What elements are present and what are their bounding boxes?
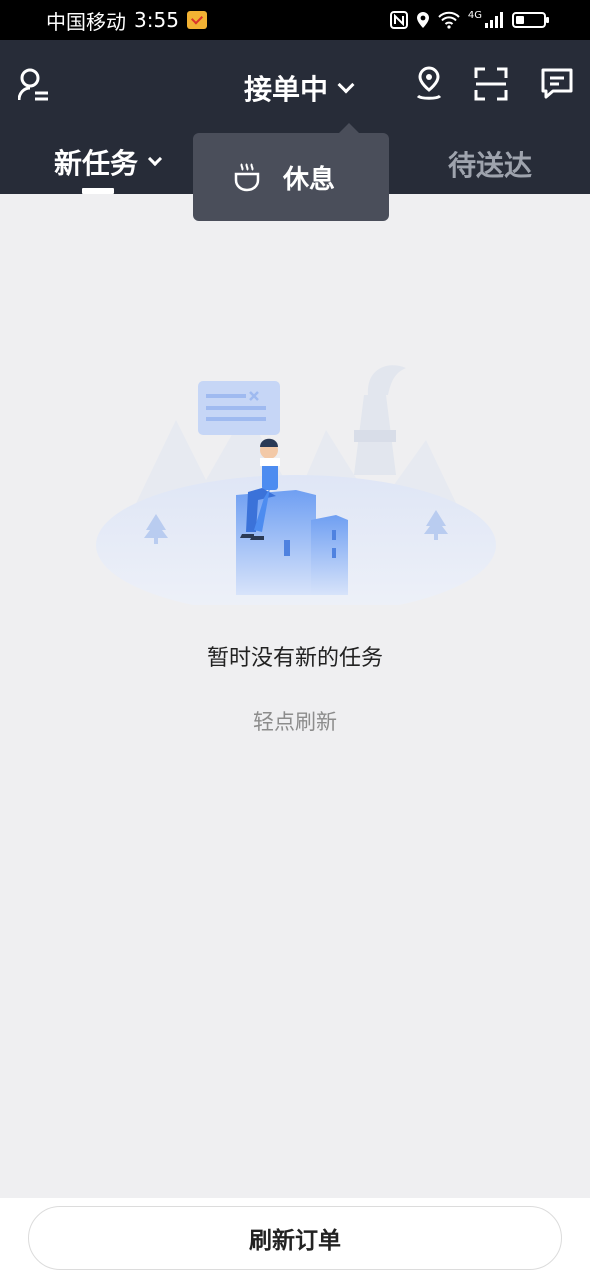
scan-icon[interactable] <box>474 67 508 101</box>
rest-label: 休息 <box>283 164 336 195</box>
battery-icon <box>512 12 549 28</box>
active-tab-indicator <box>82 188 114 194</box>
work-status-toggle[interactable]: 接单中 <box>244 68 355 108</box>
message-icon[interactable] <box>540 67 574 101</box>
bottom-bar: 刷新订单 <box>0 1198 590 1278</box>
refresh-orders-button[interactable]: 刷新订单 <box>28 1206 562 1270</box>
work-status-menu-item-rest[interactable]: 休息 <box>193 123 389 221</box>
nfc-icon <box>389 11 408 29</box>
wifi-icon <box>438 11 460 29</box>
app-notification-icon <box>186 11 207 29</box>
location-icon[interactable] <box>412 66 446 102</box>
chevron-down-icon <box>147 151 163 167</box>
empty-state-title: 暂时没有新的任务 <box>206 646 383 671</box>
network-type: 4G <box>467 9 482 21</box>
status-bar-right: 4G <box>389 9 549 29</box>
signal-icon <box>485 12 503 28</box>
status-bar-left: 中国移动 3:55 <box>46 6 207 35</box>
tab-new-tasks-label: 新任务 <box>54 147 139 180</box>
tap-to-refresh-link[interactable]: 轻点刷新 <box>0 706 590 736</box>
profile-icon[interactable] <box>18 68 50 102</box>
status-bar: 中国移动 3:55 4G <box>0 0 590 40</box>
clock: 3:55 <box>134 8 179 32</box>
tab-to-deliver[interactable]: 待送达 <box>448 144 532 184</box>
empty-tasks-illustration <box>96 365 496 605</box>
tab-new-tasks[interactable]: 新任务 <box>54 142 163 182</box>
work-status-label: 接单中 <box>244 73 329 106</box>
chevron-down-icon <box>337 76 355 94</box>
carrier-name: 中国移动 <box>46 9 126 34</box>
location-status-icon <box>416 12 429 28</box>
coffee-cup-icon <box>234 163 260 192</box>
